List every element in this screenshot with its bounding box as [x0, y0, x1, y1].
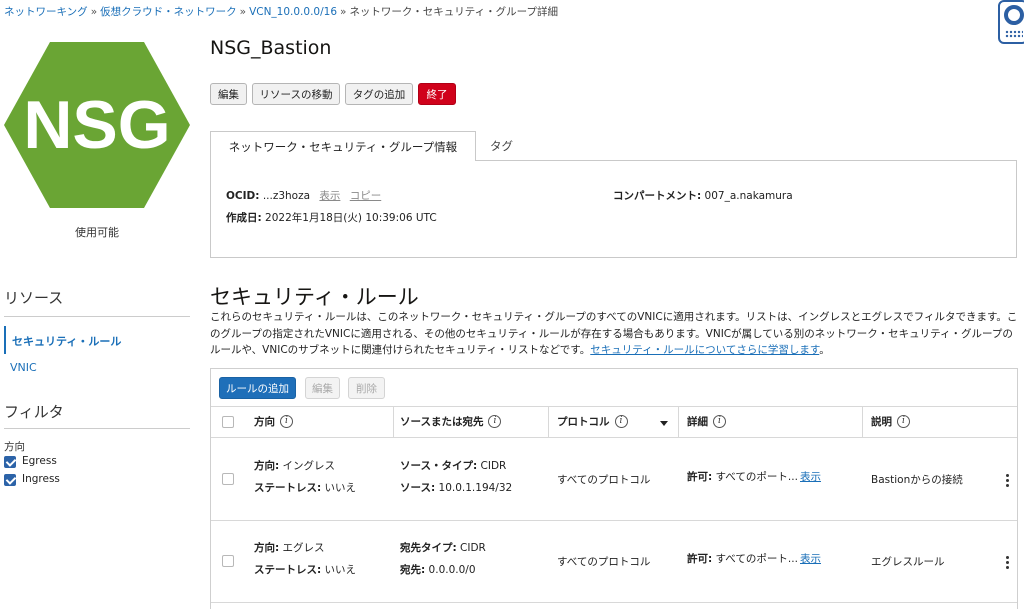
learn-more-link[interactable]: セキュリティ・ルールについてさらに学習します: [590, 344, 819, 356]
row-protocol: すべてのプロトコル: [557, 556, 651, 568]
row-direction: 方向: エグレス: [254, 542, 325, 554]
column-divider: [862, 407, 863, 437]
ocid-value: ...z3hoza: [262, 190, 311, 202]
page-title: NSG_Bastion: [210, 37, 332, 59]
ocid-show-link[interactable]: 表示: [319, 190, 340, 202]
add-rule-button[interactable]: ルールの追加: [219, 377, 296, 399]
header-description[interactable]: 説明 i: [871, 414, 910, 429]
direction-filter-label: 方向: [4, 441, 25, 453]
divider: [4, 428, 190, 429]
info-icon[interactable]: i: [897, 415, 910, 428]
breadcrumb-separator: »: [340, 6, 347, 18]
column-divider: [548, 407, 549, 437]
header-direction-label: 方向: [254, 416, 275, 428]
info-icon[interactable]: i: [280, 415, 293, 428]
created-label: 作成日:: [226, 212, 262, 224]
header-protocol[interactable]: プロトコル i: [557, 414, 628, 429]
header-direction[interactable]: 方向 i: [254, 414, 293, 429]
row-actions-kebab-icon[interactable]: [1006, 556, 1009, 571]
info-icon[interactable]: i: [614, 415, 628, 428]
row-stateless: ステートレス: いいえ: [254, 482, 357, 494]
row-source: ソース: 10.0.1.194/32: [400, 482, 513, 494]
header-source-dest[interactable]: ソースまたは宛先 i: [400, 414, 502, 429]
row-protocol: すべてのプロトコル: [557, 474, 651, 486]
row-checkbox[interactable]: [222, 555, 234, 567]
ingress-checkbox[interactable]: [4, 474, 16, 486]
ocid-copy-link[interactable]: コピー: [350, 190, 382, 202]
tab-nsg-info[interactable]: ネットワーク・セキュリティ・グループ情報: [210, 131, 476, 161]
row-stateless: ステートレス: いいえ: [254, 564, 357, 576]
created-value: 2022年1月18日(火) 10:39:06 UTC: [265, 212, 437, 224]
compartment-row: コンパートメント: 007_a.nakamura: [613, 188, 793, 203]
section-description: これらのセキュリティ・ルールは、このネットワーク・セキュリティ・グループのすべて…: [210, 309, 1018, 359]
row-show-link[interactable]: 表示: [800, 469, 821, 484]
row-dest: 宛先: 0.0.0.0/0: [400, 564, 476, 576]
header-details-label: 詳細: [687, 416, 708, 428]
terminate-button[interactable]: 終了: [418, 83, 456, 105]
column-divider: [393, 407, 394, 437]
row-divider: [211, 520, 1017, 521]
compartment-value: 007_a.nakamura: [704, 190, 793, 202]
breadcrumb-networking[interactable]: ネットワーキング: [4, 6, 88, 18]
nsg-hexagon-icon: NSG: [4, 42, 190, 208]
description-end: 。: [819, 344, 830, 356]
filter-heading: フィルタ: [4, 403, 64, 421]
column-divider: [678, 407, 679, 437]
tab-tags[interactable]: タグ: [490, 138, 513, 154]
row-details: 許可: すべてのポート...: [687, 471, 798, 483]
move-resource-button[interactable]: リソースの移動: [252, 83, 340, 105]
info-icon[interactable]: i: [713, 415, 726, 428]
breadcrumb: ネットワーキング» 仮想クラウド・ネットワーク» VCN_10.0.0.0/16» ネ…: [4, 4, 558, 19]
section-title: セキュリティ・ルール: [210, 285, 419, 309]
egress-checkbox[interactable]: [4, 456, 16, 468]
delete-rule-button[interactable]: 削除: [348, 377, 385, 399]
ingress-label: Ingress: [22, 473, 60, 485]
breadcrumb-current: ネットワーク・セキュリティ・グループ詳細: [349, 6, 558, 18]
sidebar-item-label: セキュリティ・ルール: [12, 335, 122, 348]
header-protocol-label: プロトコル: [557, 416, 610, 428]
select-all-checkbox[interactable]: [222, 416, 234, 428]
sidebar-item-vnic[interactable]: VNIC: [10, 361, 37, 374]
status-label: 使用可能: [75, 226, 119, 239]
header-source-dest-label: ソースまたは宛先: [400, 416, 484, 428]
egress-label: Egress: [22, 455, 57, 467]
header-details[interactable]: 詳細 i: [687, 414, 726, 429]
ocid-row: OCID: ...z3hoza 表示 コピー: [226, 188, 381, 203]
help-lifebuoy-icon[interactable]: [998, 0, 1024, 44]
header-description-label: 説明: [871, 416, 892, 428]
breadcrumb-separator: »: [239, 6, 247, 18]
row-actions-kebab-icon[interactable]: [1006, 474, 1009, 489]
row-checkbox[interactable]: [222, 473, 234, 485]
ocid-label: OCID:: [226, 190, 260, 202]
info-panel: [210, 160, 1017, 258]
row-dest-type: 宛先タイプ: CIDR: [400, 542, 486, 554]
breadcrumb-vcn-list[interactable]: 仮想クラウド・ネットワーク: [100, 6, 237, 18]
sort-caret-icon[interactable]: [660, 421, 668, 426]
row-details: 許可: すべてのポート...: [687, 553, 798, 565]
edit-button[interactable]: 編集: [210, 83, 247, 105]
divider: [4, 316, 190, 317]
row-divider: [211, 602, 1017, 603]
row-show-link[interactable]: 表示: [800, 551, 821, 566]
breadcrumb-vcn[interactable]: VCN_10.0.0.0/16: [249, 6, 337, 18]
resources-heading: リソース: [4, 289, 64, 307]
sidebar-item-security-rules[interactable]: セキュリティ・ルール: [4, 326, 190, 354]
row-description: Bastionからの接続: [871, 474, 963, 486]
row-direction: 方向: イングレス: [254, 460, 336, 472]
edit-rule-button[interactable]: 編集: [305, 377, 340, 399]
row-source-type: ソース・タイプ: CIDR: [400, 460, 507, 472]
info-icon[interactable]: i: [488, 415, 502, 428]
add-tag-button[interactable]: タグの追加: [345, 83, 413, 105]
compartment-label: コンパートメント:: [613, 190, 702, 202]
breadcrumb-separator: »: [90, 6, 98, 18]
row-description: エグレスルール: [871, 556, 945, 568]
created-row: 作成日: 2022年1月18日(火) 10:39:06 UTC: [226, 210, 437, 225]
nsg-icon-text: NSG: [23, 87, 170, 163]
